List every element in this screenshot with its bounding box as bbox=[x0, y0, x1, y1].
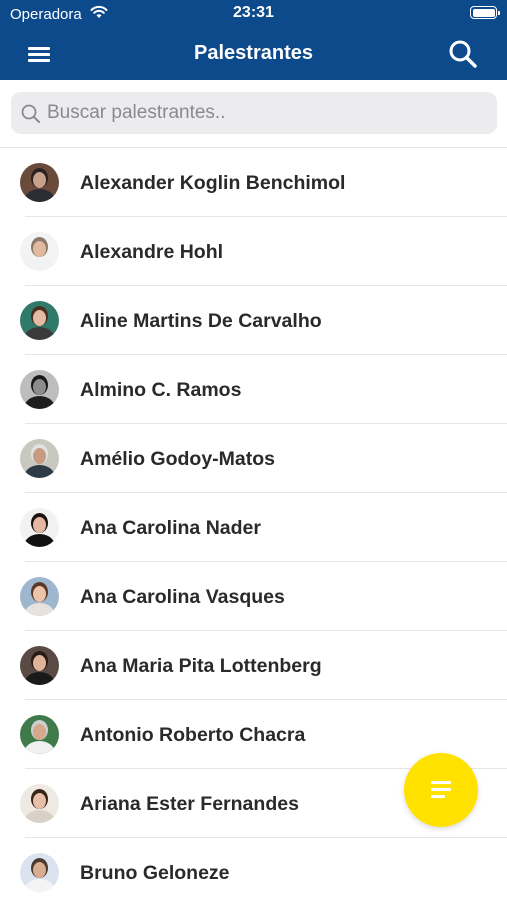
clock: 23:31 bbox=[233, 4, 274, 21]
filter-lines-icon bbox=[431, 781, 451, 784]
speaker-avatar bbox=[20, 301, 59, 340]
search-bar bbox=[11, 92, 497, 134]
speaker-name: Ana Carolina Vasques bbox=[80, 586, 285, 608]
speaker-name: Aline Martins De Carvalho bbox=[80, 310, 322, 332]
speaker-row[interactable]: Alexandre Hohl bbox=[0, 217, 507, 286]
speaker-avatar bbox=[20, 370, 59, 409]
app-header: Operadora 23:31 Palestrantes bbox=[0, 0, 507, 80]
speaker-avatar bbox=[20, 577, 59, 616]
speaker-avatar bbox=[20, 232, 59, 271]
speaker-name: Ariana Ester Fernandes bbox=[80, 793, 299, 815]
speaker-avatar bbox=[20, 508, 59, 547]
search-input[interactable] bbox=[47, 92, 487, 134]
status-bar: Operadora 23:31 bbox=[0, 0, 507, 30]
speaker-name: Alexander Koglin Benchimol bbox=[80, 172, 346, 194]
page-title: Palestrantes bbox=[194, 42, 313, 64]
speaker-row[interactable]: Amélio Godoy-Matos bbox=[0, 424, 507, 493]
speaker-name: Ana Maria Pita Lottenberg bbox=[80, 655, 322, 677]
search-field-icon bbox=[21, 104, 40, 123]
filter-fab-button[interactable] bbox=[404, 753, 478, 827]
speaker-row[interactable]: Bruno Geloneze bbox=[0, 838, 507, 900]
speaker-name: Bruno Geloneze bbox=[80, 862, 230, 884]
search-icon[interactable] bbox=[447, 38, 479, 70]
speaker-name: Antonio Roberto Chacra bbox=[80, 724, 306, 746]
speaker-row[interactable]: Aline Martins De Carvalho bbox=[0, 286, 507, 355]
battery-icon bbox=[470, 6, 500, 19]
speaker-row[interactable]: Ana Carolina Nader bbox=[0, 493, 507, 562]
speaker-name: Ana Carolina Nader bbox=[80, 517, 261, 539]
speaker-avatar bbox=[20, 163, 59, 202]
speaker-row[interactable]: Ana Maria Pita Lottenberg bbox=[0, 631, 507, 700]
speaker-avatar bbox=[20, 439, 59, 478]
speaker-row[interactable]: Almino C. Ramos bbox=[0, 355, 507, 424]
speaker-row[interactable]: Alexander Koglin Benchimol bbox=[0, 148, 507, 217]
speaker-avatar bbox=[20, 715, 59, 754]
speaker-name: Alexandre Hohl bbox=[80, 241, 224, 263]
speaker-name: Almino C. Ramos bbox=[80, 379, 242, 401]
speaker-name: Amélio Godoy-Matos bbox=[80, 448, 276, 470]
speaker-avatar bbox=[20, 646, 59, 685]
speaker-row[interactable]: Ana Carolina Vasques bbox=[0, 562, 507, 631]
speaker-avatar bbox=[20, 853, 59, 892]
nav-bar: Palestrantes bbox=[0, 30, 507, 80]
speaker-avatar bbox=[20, 784, 59, 823]
